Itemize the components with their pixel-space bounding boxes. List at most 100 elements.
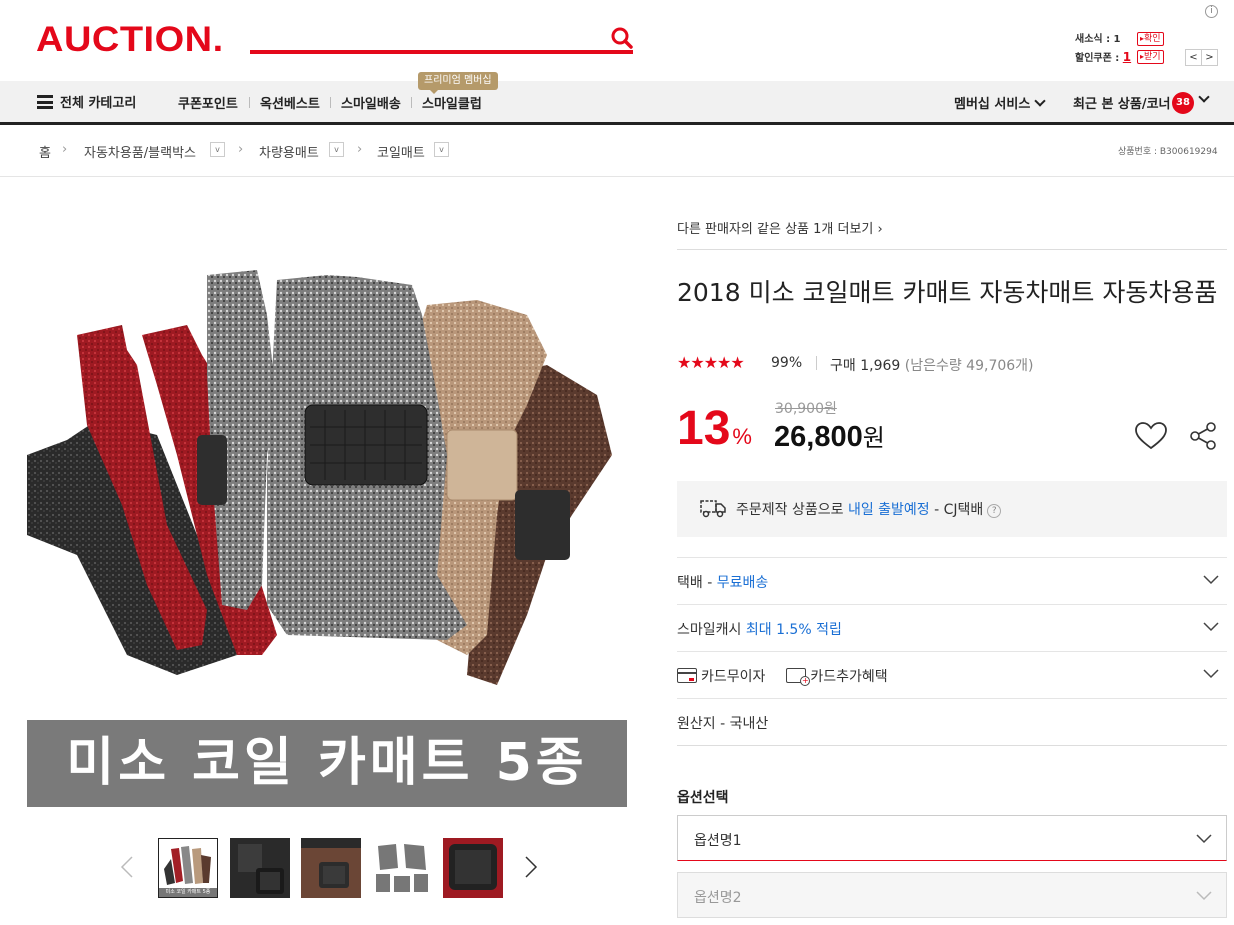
origin-row: 원산지 - 국내산 (677, 698, 1227, 745)
coupon-receive-button[interactable]: 받기 (1137, 50, 1164, 64)
recent-count-badge: 38 (1172, 92, 1194, 114)
chevron-down-icon[interactable] (1203, 571, 1219, 587)
shipping-info: 주문제작 상품으로 내일 출발예정 - CJ택배? (677, 481, 1227, 537)
chevron-down-icon (1196, 830, 1212, 846)
shipping-date: 내일 출발예정 (847, 502, 930, 518)
chevron-down-icon[interactable] (1203, 618, 1219, 634)
nav-smile-club[interactable]: 스마일클럽 (422, 93, 482, 112)
star-rating[interactable]: ★★★★★ (677, 353, 745, 372)
breadcrumb: 홈 › 자동차용품/블랙박스 v › 차량용매트 v › 코일매트 v 상품번호… (0, 128, 1234, 177)
delivery-row[interactable]: 택배 - 무료배송 (677, 557, 1227, 604)
nav-smile-delivery[interactable]: 스마일배송 (341, 93, 401, 112)
delivery-value: 무료배송 (716, 575, 769, 591)
remaining-qty: (남은수량 49,706개) (904, 358, 1034, 374)
discount-rate: 13% (677, 400, 752, 466)
news-prev-button[interactable]: < (1185, 49, 1202, 66)
site-header: AUCTION. i 새소식 : 1 확인 할인쿠폰 : 1 받기 < > (0, 0, 1234, 81)
breadcrumb-separator: › (238, 142, 244, 157)
option-section-title: 옵션선택 (677, 790, 729, 806)
nav-divider (249, 97, 250, 108)
main-nav: 전체 카테고리 쿠폰포인트 옥션베스트 스마일배송 스마일클럽 멤버십 서비스 … (0, 81, 1234, 125)
sale-price: 26,800원 (774, 418, 885, 454)
thumbnail-caption: 미소 코일 카매트 5종 (165, 889, 211, 895)
membership-service-menu[interactable]: 멤버십 서비스 (954, 93, 1046, 112)
breadcrumb-separator: › (357, 142, 363, 157)
recent-label: 최근 본 상품/코너 (1073, 97, 1171, 112)
image-banner: 미소 코일 카매트 5종 (27, 720, 627, 807)
card-benefit-row[interactable]: 카드무이자 + 카드추가혜택 (677, 651, 1227, 698)
smile-cash-value: 최대 1.5% 적립 (745, 622, 842, 638)
coupon-number[interactable]: 1 (1123, 50, 1131, 64)
purchase-label: 구매 1,969 (830, 358, 901, 374)
original-price: 30,900원 (775, 401, 837, 417)
thumbnail-3[interactable] (301, 838, 361, 898)
thumbnail-2[interactable] (230, 838, 290, 898)
breadcrumb-category-2[interactable]: 차량용매트 (259, 142, 319, 161)
shipping-prefix: 주문제작 상품으로 (736, 502, 844, 518)
auction-logo[interactable]: AUCTION. (36, 22, 224, 59)
smile-cash-text: 스마일캐시 최대 1.5% 적립 (677, 619, 842, 639)
smile-cash-row[interactable]: 스마일캐시 최대 1.5% 적립 (677, 604, 1227, 651)
price-value: 26,800 (774, 421, 863, 453)
premium-membership-badge: 프리미엄 멤버십 (418, 72, 498, 94)
nav-auction-best[interactable]: 옥션베스트 (260, 93, 320, 112)
news-confirm-button[interactable]: 확인 (1137, 32, 1164, 46)
chevron-down-icon (1196, 887, 1212, 903)
info-icon[interactable]: i (1205, 5, 1218, 18)
other-sellers-link[interactable]: 다른 판매자의 같은 상품 1개 더보기 › (677, 218, 883, 237)
discount-value: 13 (677, 402, 731, 455)
chevron-down-icon (1198, 91, 1210, 103)
coupon-count: 할인쿠폰 : 1 (1075, 50, 1131, 65)
purchase-count: 구매 1,969 (남은수량 49,706개) (830, 355, 1034, 375)
nav-divider (411, 97, 412, 108)
thumbnail-4[interactable] (372, 838, 432, 898)
divider (677, 249, 1227, 250)
chevron-down-icon[interactable]: v (434, 142, 449, 157)
truck-icon (699, 497, 727, 519)
coupon-label: 할인쿠폰 : (1075, 53, 1123, 64)
news-count: 새소식 : 1 (1075, 32, 1121, 47)
shipping-text: 주문제작 상품으로 내일 출발예정 - CJ택배? (736, 499, 1002, 519)
all-categories-link[interactable]: 전체 카테고리 (60, 92, 136, 111)
chevron-down-icon[interactable] (1203, 665, 1219, 681)
card-benefit-label: 카드추가혜택 (810, 669, 888, 685)
search-icon[interactable] (610, 26, 636, 50)
option-2-label: 옵션명2 (694, 890, 742, 906)
option-1-label: 옵션명1 (694, 833, 742, 849)
price-unit: 원 (862, 425, 885, 452)
chevron-down-icon[interactable]: v (329, 142, 344, 157)
rating-percent: 99% (771, 355, 803, 371)
breadcrumb-category-3[interactable]: 코일매트 (377, 142, 425, 161)
breadcrumb-home[interactable]: 홈 (39, 142, 51, 161)
heart-icon[interactable] (1134, 421, 1168, 451)
news-next-button[interactable]: > (1201, 49, 1218, 66)
news-confirm-label: 확인 (1144, 34, 1161, 44)
thumbnail-next-icon[interactable] (524, 855, 538, 879)
delivery-text: 택배 - 무료배송 (677, 572, 768, 592)
option-select-2[interactable]: 옵션명2 (677, 872, 1227, 918)
option-select-1[interactable]: 옵션명1 (677, 815, 1227, 861)
car-mats-illustration (27, 270, 612, 685)
help-icon[interactable]: ? (987, 504, 1002, 518)
menu-icon[interactable] (37, 95, 53, 109)
breadcrumb-category-1[interactable]: 자동차용품/블랙박스 (84, 142, 196, 161)
card-benefit-text: 카드무이자 + 카드추가혜택 (677, 666, 888, 686)
card-interest-label: 카드무이자 (701, 669, 766, 685)
product-main-image[interactable]: 미소 코일 카매트 5종 (27, 255, 627, 807)
thumbnail-1[interactable]: 미소 코일 카매트 5종 (158, 838, 218, 898)
thumbnail-prev-icon[interactable] (120, 855, 134, 879)
recent-chevron[interactable] (1198, 91, 1210, 108)
product-title: 2018 미소 코일매트 카매트 자동차매트 자동차용품 (677, 278, 1218, 307)
card-icon (677, 668, 697, 683)
divider (677, 745, 1227, 746)
share-icon[interactable] (1188, 421, 1218, 451)
thumbnail-5[interactable] (443, 838, 503, 898)
recent-items-menu[interactable]: 최근 본 상품/코너 (1073, 93, 1171, 112)
nav-coupon-point[interactable]: 쿠폰포인트 (178, 93, 238, 112)
chevron-down-icon (1034, 95, 1046, 107)
delivery-label: 택배 - (677, 575, 717, 591)
chevron-down-icon[interactable]: v (210, 142, 225, 157)
search-input[interactable] (250, 50, 633, 54)
card-plus-icon: + (786, 668, 811, 686)
discount-unit: % (732, 424, 752, 449)
